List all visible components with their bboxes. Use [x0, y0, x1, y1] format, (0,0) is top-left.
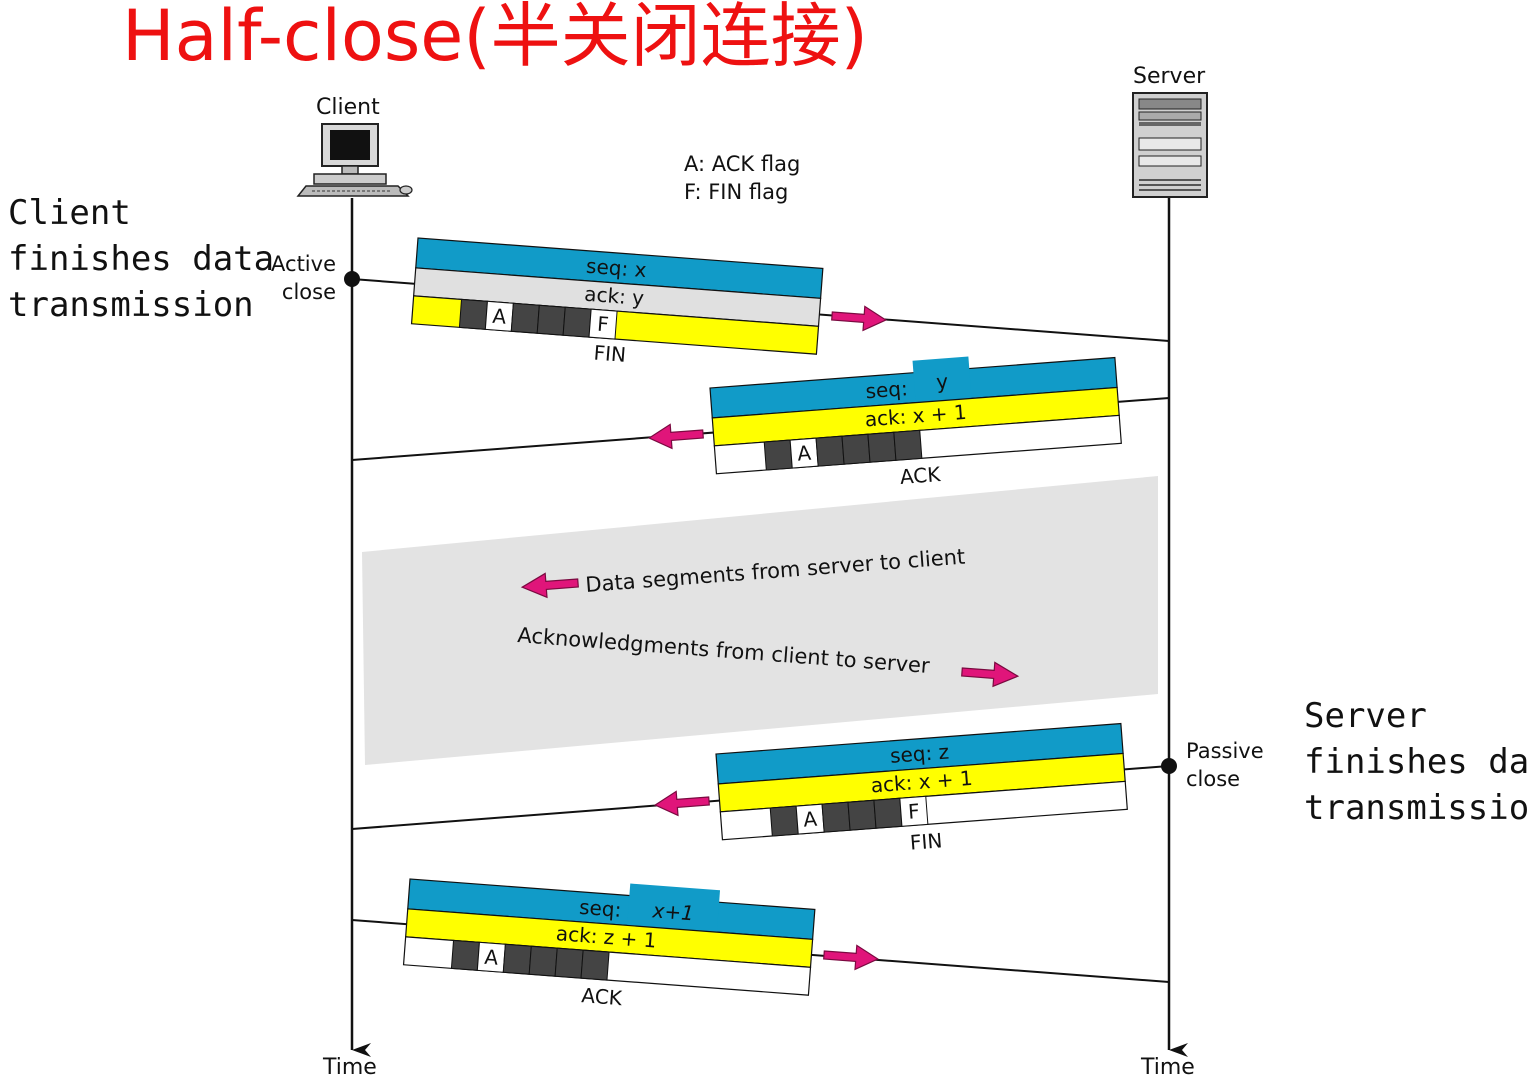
ack2-seq-value: x+1 [651, 898, 695, 925]
ack1-flag-a: A [796, 441, 812, 466]
fin2-direction-arrow [653, 790, 710, 817]
ack2-direction-arrow [823, 944, 880, 971]
ack1-segment: seq: y ack: x + 1 A ACK [709, 356, 1122, 489]
fin1-caption: FIN [593, 341, 627, 367]
active-close-point [344, 271, 360, 287]
ack2-seq-text: seq: [578, 895, 622, 922]
server-icon [1132, 92, 1208, 198]
fin2-flag-f: F [907, 799, 920, 824]
ack1-seq-text: seq: [865, 376, 909, 403]
fin1-direction-arrow [831, 305, 888, 332]
ack2-flag-a: A [484, 945, 500, 970]
fin1-ack-text: ack: y [584, 282, 646, 310]
fin1-seq-text: seq: x [585, 254, 647, 282]
half-close-diagram: seq: x ack: y A F FIN seq: y ack: x + 1 … [296, 92, 1208, 1057]
ack2-segment: seq: x+1 ack: z + 1 A ACK [402, 878, 816, 1010]
fin1-flag-f: F [596, 312, 609, 337]
fin1-segment: seq: x ack: y A F FIN [410, 237, 824, 367]
passive-close-point [1161, 758, 1177, 774]
ack1-caption: ACK [899, 462, 942, 489]
data-transfer-region [362, 476, 1158, 765]
fin1-flag-a: A [492, 304, 508, 329]
client-computer-icon [296, 123, 413, 197]
fin2-caption: FIN [909, 828, 943, 854]
ack2-caption: ACK [581, 983, 624, 1010]
fin2-segment: seq: z ack: x + 1 A F FIN [715, 722, 1128, 855]
fin2-seq-text: seq: z [889, 740, 950, 768]
fin2-flag-a: A [802, 807, 818, 832]
ack1-direction-arrow [647, 423, 704, 450]
ack1-seq-value: y [935, 369, 949, 394]
